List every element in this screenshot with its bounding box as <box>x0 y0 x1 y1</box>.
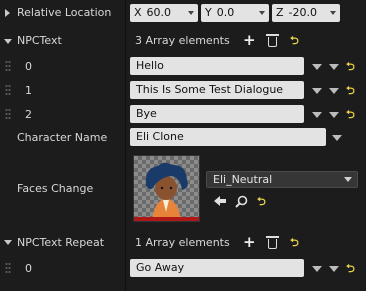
plus-icon[interactable]: + <box>243 33 256 48</box>
drag-handle-icon[interactable] <box>5 60 11 72</box>
chevron-down-icon[interactable] <box>329 266 339 272</box>
chevron-down-icon[interactable] <box>312 88 322 94</box>
npctext-repeat-row: NPCText Repeat 1 Array elements + ⮌ <box>0 230 366 254</box>
portrait-image <box>134 156 199 221</box>
y-axis-label: Y <box>205 6 212 19</box>
faces-change-label: Faces Change <box>17 182 94 195</box>
text-value-field[interactable]: Hello <box>130 57 304 75</box>
reset-to-default-icon[interactable]: ⮌ <box>346 61 355 73</box>
element-index: 1 <box>25 84 32 97</box>
drag-handle-icon[interactable] <box>5 84 11 96</box>
npctext-count: 3 Array elements <box>135 34 230 47</box>
npctext-repeat-element-row: 0 Go Away ⮌ <box>0 257 366 279</box>
chevron-down-icon[interactable] <box>329 88 339 94</box>
element-index: 0 <box>25 262 32 275</box>
chevron-down-icon <box>344 177 352 182</box>
trash-icon[interactable] <box>266 236 279 249</box>
location-z-field[interactable]: Z -20.0 <box>272 4 340 22</box>
chevron-down-icon[interactable] <box>329 64 339 70</box>
location-x-field[interactable]: X 60.0 <box>130 4 198 22</box>
arrow-left-icon <box>214 196 226 206</box>
character-name-row: Character Name Eli Clone <box>0 126 366 148</box>
arrow-left-icon[interactable] <box>213 195 227 207</box>
text-value-field[interactable]: Bye <box>130 105 304 123</box>
magnifier-icon <box>235 195 248 208</box>
text-value-field[interactable]: This Is Some Test Dialogue <box>130 81 304 99</box>
location-y-field[interactable]: Y 0.0 <box>201 4 269 22</box>
chevron-down-icon[interactable] <box>332 135 342 141</box>
plus-icon[interactable]: + <box>243 235 256 250</box>
npctext-element-row: 2 Bye ⮌ <box>0 103 366 125</box>
npctext-row: NPCText 3 Array elements + ⮌ <box>0 29 366 53</box>
chevron-down-icon[interactable] <box>329 112 339 118</box>
reset-to-default-icon[interactable]: ⮌ <box>290 237 299 249</box>
x-axis-label: X <box>134 6 142 19</box>
collapse-arrow-icon[interactable] <box>4 240 12 245</box>
npctext-element-row: 1 This Is Some Test Dialogue ⮌ <box>0 79 366 101</box>
relative-location-row: Relative Location X 60.0 Y 0.0 Z -20.0 <box>0 0 366 26</box>
character-name-field[interactable]: Eli Clone <box>130 128 326 146</box>
reset-to-default-icon[interactable]: ⮌ <box>346 263 355 275</box>
chevron-down-icon <box>188 11 194 15</box>
expand-arrow-icon[interactable] <box>5 9 10 17</box>
magnifier-icon[interactable] <box>235 195 248 208</box>
text-value-field[interactable]: Go Away <box>130 259 304 277</box>
chevron-down-icon[interactable] <box>312 266 322 272</box>
drag-handle-icon[interactable] <box>5 108 11 120</box>
texture-asset-dropdown[interactable]: Eli_Neutral <box>206 171 358 188</box>
reset-to-default-icon[interactable]: ⮌ <box>290 35 299 47</box>
x-value: 60.0 <box>146 6 172 19</box>
chevron-down-icon[interactable] <box>312 112 322 118</box>
reset-to-default-icon[interactable]: ⮌ <box>346 85 355 97</box>
character-name-label: Character Name <box>17 131 108 144</box>
collapse-arrow-icon[interactable] <box>4 39 12 44</box>
reset-to-default-icon[interactable]: ⮌ <box>346 109 355 121</box>
texture-thumbnail[interactable] <box>133 155 200 222</box>
y-value: 0.0 <box>216 6 235 19</box>
npctext-repeat-label: NPCText Repeat <box>17 236 105 249</box>
z-value: -20.0 <box>288 6 318 19</box>
npctext-label: NPCText <box>17 34 62 47</box>
selected-texture-name: Eli_Neutral <box>213 173 273 186</box>
element-index: 2 <box>25 108 32 121</box>
chevron-down-icon <box>330 11 336 15</box>
trash-icon[interactable] <box>266 34 279 47</box>
relative-location-label: Relative Location <box>17 6 112 19</box>
chevron-down-icon[interactable] <box>312 64 322 70</box>
npctext-element-row: 0 Hello ⮌ <box>0 55 366 77</box>
element-index: 0 <box>25 60 32 73</box>
reset-to-default-icon[interactable]: ⮌ <box>257 196 266 208</box>
drag-handle-icon[interactable] <box>5 262 11 274</box>
z-axis-label: Z <box>276 6 284 19</box>
npctext-repeat-count: 1 Array elements <box>135 236 230 249</box>
chevron-down-icon <box>259 11 265 15</box>
